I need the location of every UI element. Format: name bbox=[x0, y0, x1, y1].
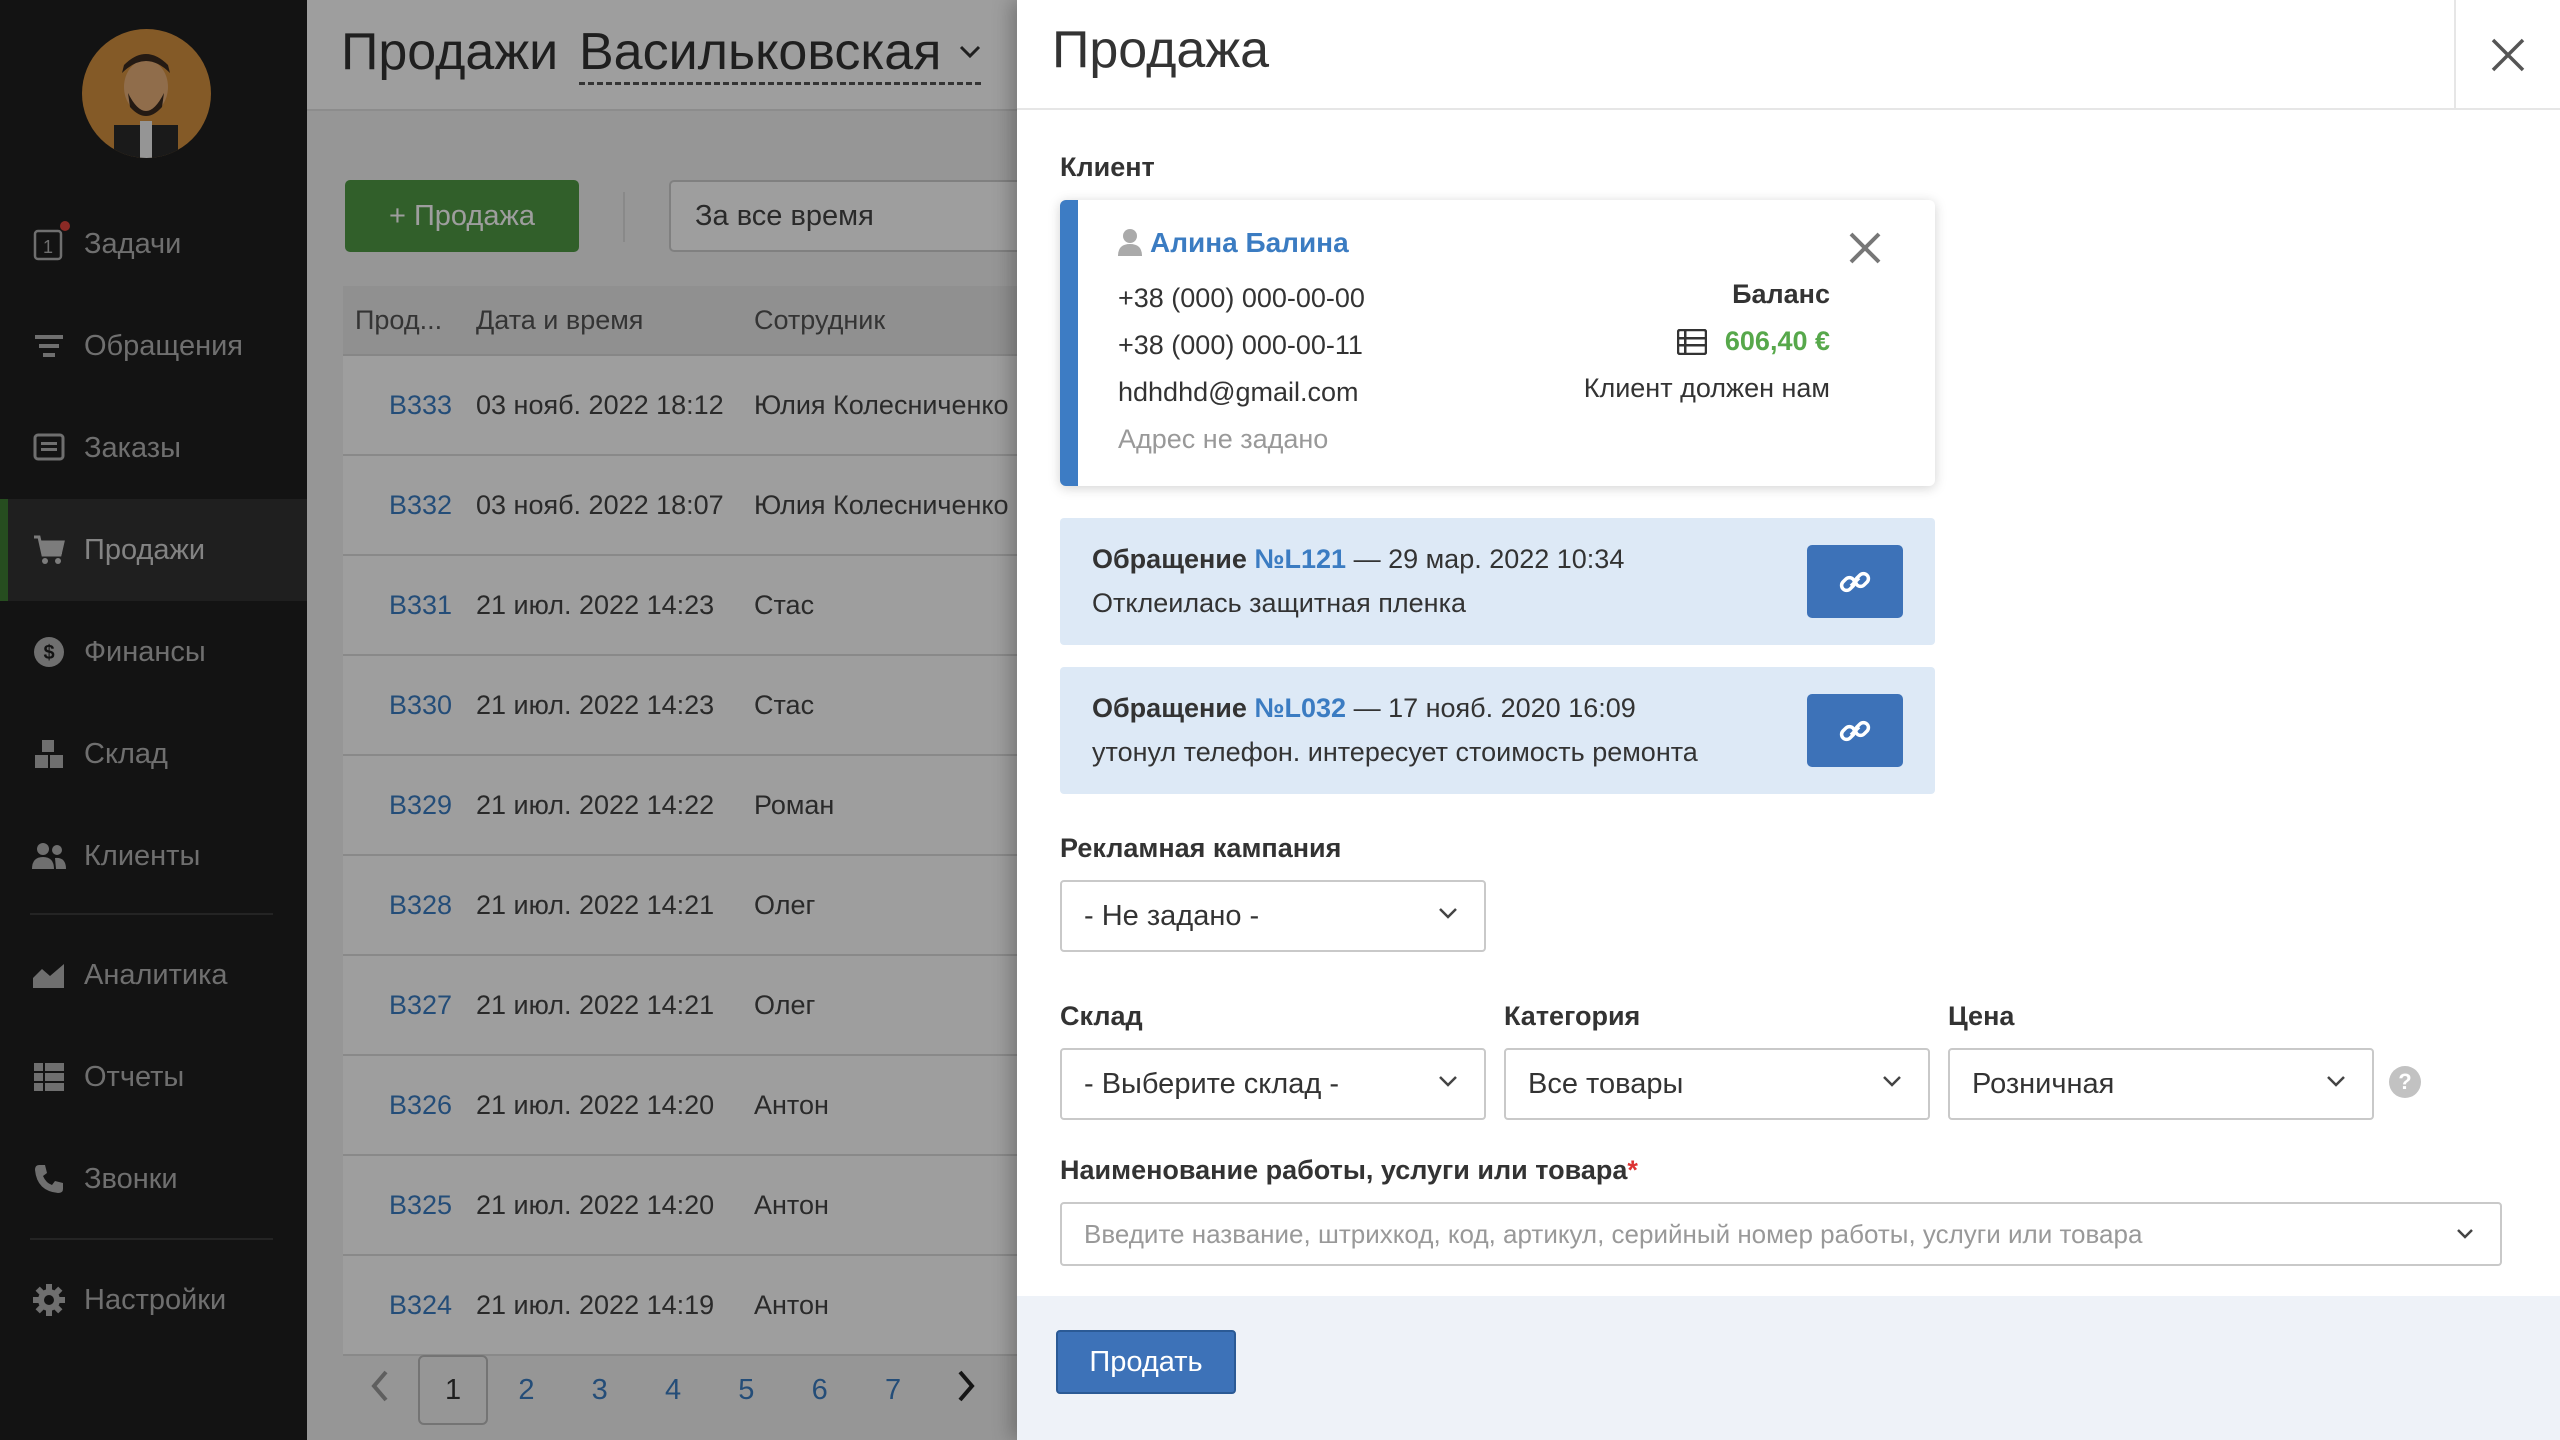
chevron-down-icon bbox=[1439, 908, 1457, 919]
appeal-date: — 29 мар. 2022 10:34 bbox=[1346, 544, 1625, 574]
drawer-footer: Продать bbox=[1017, 1296, 2560, 1440]
client-email: hdhdhd@gmail.com bbox=[1118, 377, 1359, 407]
category-label: Категория bbox=[1504, 1001, 1641, 1031]
appeal-card: Обращение №L121 — 29 мар. 2022 10:34 Отк… bbox=[1060, 518, 1935, 645]
link-icon bbox=[1839, 571, 1871, 592]
item-label: Наименование работы, услуги или товара* bbox=[1060, 1155, 1638, 1186]
drawer-title: Продажа bbox=[1052, 21, 1270, 79]
warehouse-value: - Выберите склад - bbox=[1084, 1067, 1339, 1100]
user-icon bbox=[1118, 229, 1142, 256]
appeal-description: утонул телефон. интересует стоимость рем… bbox=[1092, 737, 1698, 767]
balance-value: 606,40 € bbox=[1676, 326, 1830, 357]
item-label-text: Наименование работы, услуги или товара bbox=[1060, 1155, 1628, 1185]
help-icon[interactable]: ? bbox=[2389, 1066, 2421, 1098]
client-label: Клиент bbox=[1060, 152, 1155, 182]
client-card: Алина Балина +38 (000) 000-00-00 +38 (00… bbox=[1060, 200, 1935, 486]
client-name-link[interactable]: Алина Балина bbox=[1150, 227, 1349, 259]
client-phone: +38 (000) 000-00-11 bbox=[1118, 330, 1363, 360]
balance-amount: 606,40 € bbox=[1724, 326, 1830, 356]
warehouse-select[interactable]: - Выберите склад - bbox=[1060, 1048, 1486, 1120]
close-icon bbox=[2491, 38, 2525, 72]
appeal-title: Обращение №L032 — 17 нояб. 2020 16:09 bbox=[1092, 693, 1636, 724]
appeal-date: — 17 нояб. 2020 16:09 bbox=[1346, 693, 1636, 723]
remove-client-button[interactable] bbox=[1845, 228, 1885, 268]
appeal-prefix: Обращение bbox=[1092, 693, 1247, 723]
campaign-label: Рекламная кампания bbox=[1060, 833, 1342, 863]
chevron-down-icon bbox=[1439, 1076, 1457, 1087]
client-phone: +38 (000) 000-00-00 bbox=[1118, 283, 1365, 313]
client-address: Адрес не задано bbox=[1118, 424, 1329, 454]
price-value: Розничная bbox=[1972, 1067, 2115, 1100]
chevron-down-icon bbox=[2457, 1229, 2473, 1239]
balance-label: Баланс bbox=[1732, 279, 1830, 309]
warehouse-label: Склад bbox=[1060, 1001, 1143, 1031]
category-select[interactable]: Все товары bbox=[1504, 1048, 1930, 1120]
appeal-description: Отклеилась защитная пленка bbox=[1092, 588, 1467, 618]
close-drawer-button[interactable] bbox=[2454, 0, 2560, 110]
appeal-card: Обращение №L032 — 17 нояб. 2020 16:09 ут… bbox=[1060, 667, 1935, 794]
drawer-header: Продажа bbox=[1017, 0, 2560, 110]
category-value: Все товары bbox=[1528, 1067, 1684, 1100]
modal-backdrop[interactable] bbox=[0, 0, 1017, 1440]
close-icon bbox=[1849, 232, 1881, 264]
link-appeal-button[interactable] bbox=[1807, 545, 1903, 618]
sale-drawer: Продажа Клиент Алина Балина +38 (000) 00… bbox=[1017, 0, 2560, 1440]
appeal-prefix: Обращение bbox=[1092, 544, 1247, 574]
sell-button[interactable]: Продать bbox=[1056, 1330, 1236, 1394]
required-mark: * bbox=[1627, 1155, 1638, 1185]
price-label: Цена bbox=[1948, 1001, 2015, 1031]
link-appeal-button[interactable] bbox=[1807, 694, 1903, 767]
campaign-value: - Не задано - bbox=[1084, 899, 1260, 932]
chevron-down-icon bbox=[1883, 1076, 1901, 1087]
price-select[interactable]: Розничная bbox=[1948, 1048, 2374, 1120]
chevron-down-icon bbox=[2327, 1076, 2345, 1087]
appeal-number-link[interactable]: №L121 bbox=[1254, 544, 1346, 574]
campaign-select[interactable]: - Не задано - bbox=[1060, 880, 1486, 952]
link-icon bbox=[1839, 720, 1871, 741]
item-search-placeholder: Введите название, штрихкод, код, артикул… bbox=[1084, 1218, 2143, 1249]
item-search-input[interactable]: Введите название, штрихкод, код, артикул… bbox=[1060, 1202, 2502, 1266]
appeal-title: Обращение №L121 — 29 мар. 2022 10:34 bbox=[1092, 544, 1624, 575]
appeal-number-link[interactable]: №L032 bbox=[1254, 693, 1346, 723]
cash-icon bbox=[1676, 328, 1707, 355]
balance-note: Клиент должен нам bbox=[1583, 373, 1830, 403]
